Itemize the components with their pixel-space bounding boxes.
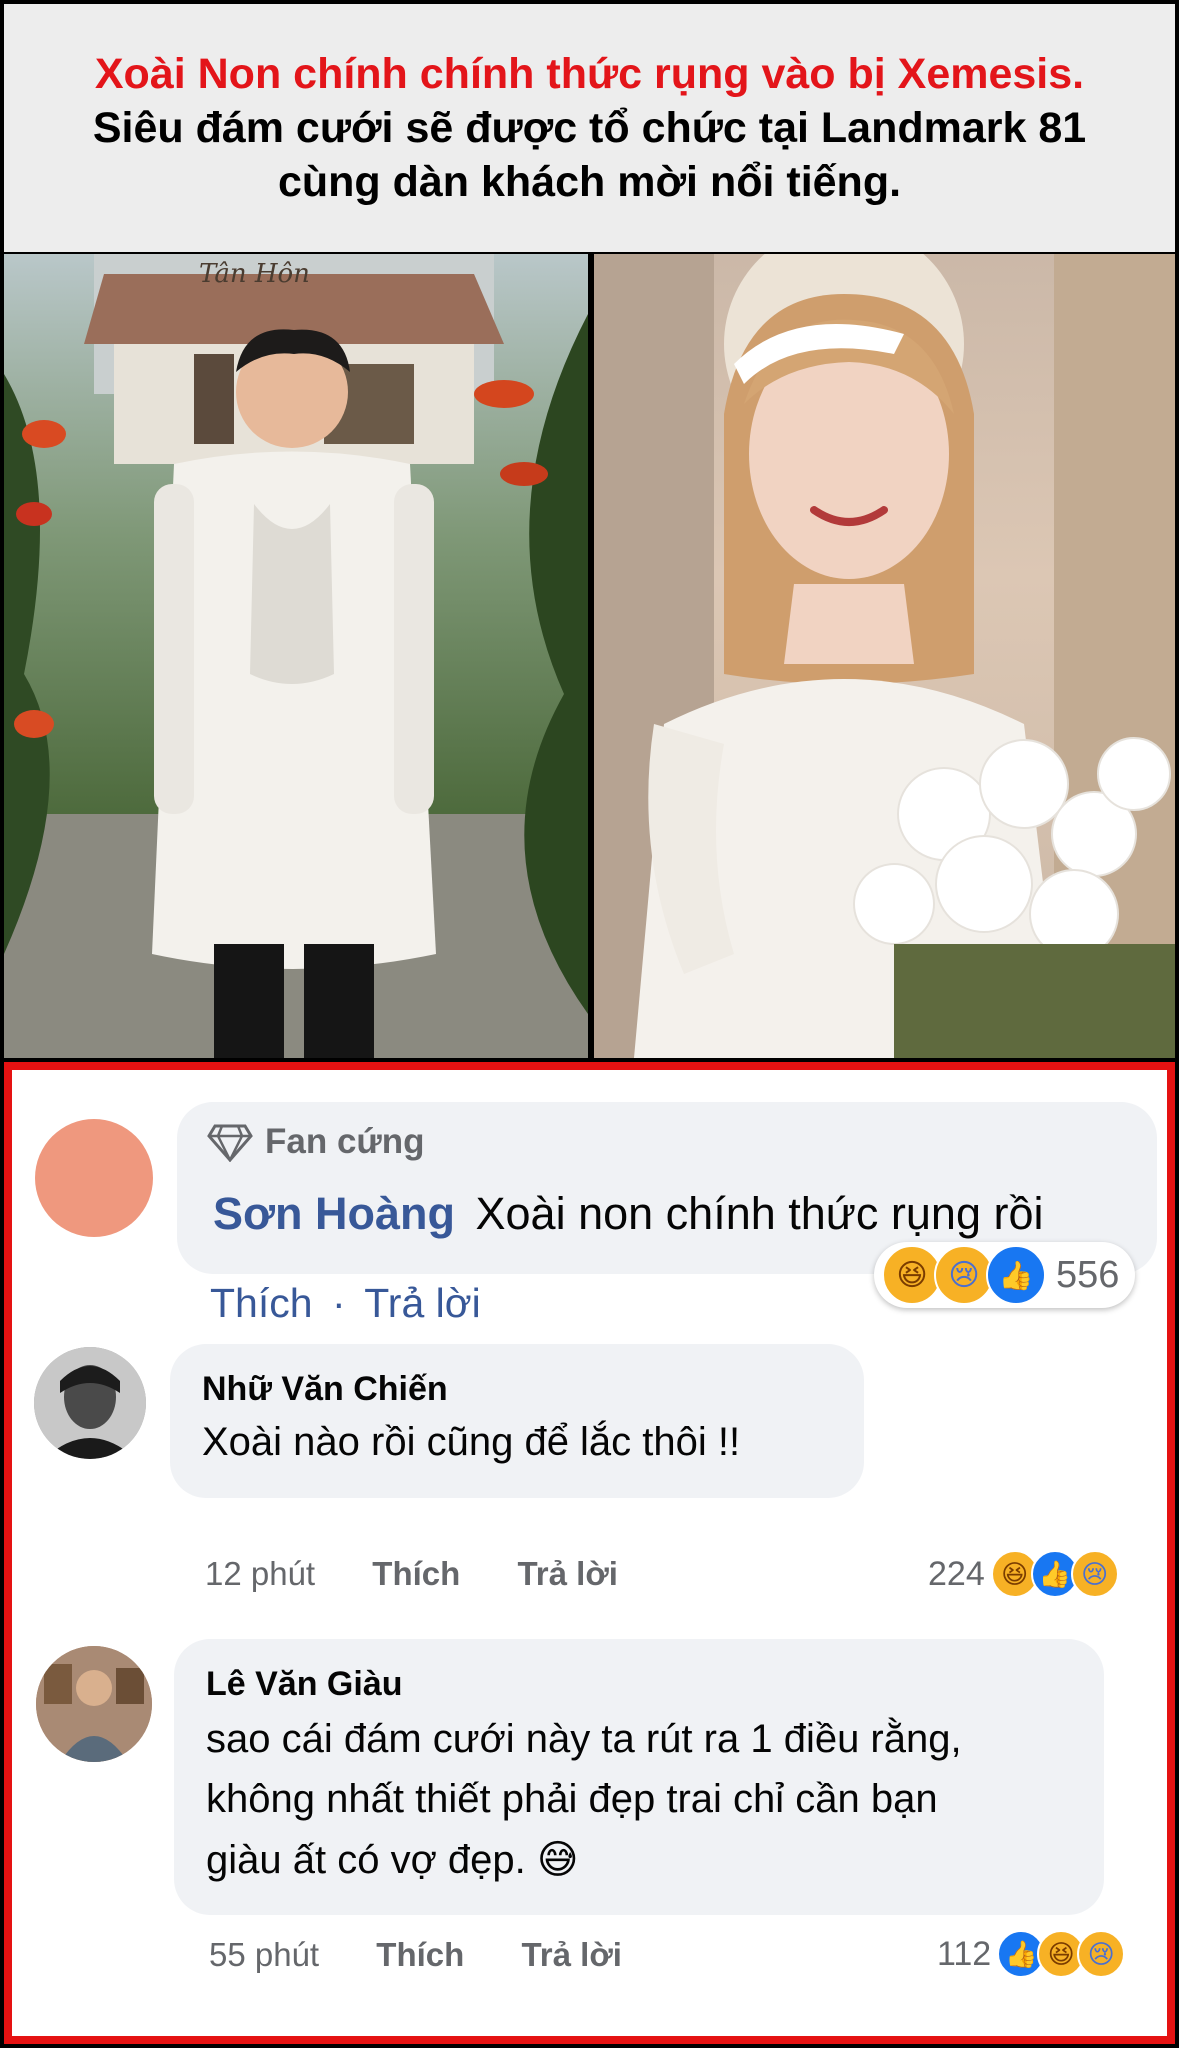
- headline-line-3: cùng dàn khách mời nổi tiếng.: [277, 158, 902, 206]
- photo-collage: Tân Hôn: [4, 254, 1175, 1058]
- comment-text-line-1: sao cái đám cưới này ta rút ra 1 điều rằ…: [206, 1717, 962, 1761]
- person-photo-icon: [36, 1646, 152, 1762]
- reply-link[interactable]: Trả lời: [521, 1936, 622, 1973]
- reply-link[interactable]: Trả lời: [364, 1280, 480, 1326]
- comment-bubble: Lê Văn Giàu sao cái đám cưới này ta rút …: [174, 1639, 1104, 1915]
- reply-link[interactable]: Trả lời: [517, 1555, 618, 1592]
- comment-text: Xoài non chính thức rụng rồi: [475, 1188, 1044, 1239]
- headline-banner: Xoài Non chính chính thức rụng vào bị Xe…: [4, 4, 1175, 252]
- comment-text-line-3: giàu ất có vợ đẹp. 😅: [206, 1838, 579, 1882]
- sad-icon: 😢: [1070, 1550, 1119, 1598]
- comment-text: Xoài nào rồi cũng để lắc thôi !!: [202, 1420, 741, 1464]
- bride-illustration: [594, 254, 1175, 1058]
- comment-actions: Thích · Trả lời: [210, 1280, 481, 1327]
- reaction-summary[interactable]: 224 😆 👍 😢: [928, 1550, 1119, 1598]
- haha-icon: 😆: [882, 1245, 942, 1305]
- fan-badge: Fan cứng: [207, 1122, 425, 1162]
- reaction-count: 112: [937, 1934, 992, 1973]
- like-link[interactable]: Thích: [376, 1936, 464, 1973]
- avatar[interactable]: [36, 1646, 152, 1762]
- reaction-summary[interactable]: 😆 😢 👍 556: [874, 1242, 1136, 1308]
- sign-text: Tân Hôn: [199, 259, 310, 289]
- comment-text-line-2: không nhất thiết phải đẹp trai chỉ cần b…: [206, 1777, 938, 1821]
- comment-time: 55 phút: [209, 1936, 320, 1973]
- reaction-summary[interactable]: 112 👍 😆 😢: [937, 1930, 1126, 1978]
- comment-author[interactable]: Nhữ Văn Chiến: [202, 1370, 448, 1409]
- headline-line-2: Siêu đám cưới sẽ được tổ chức tại Landma…: [92, 104, 1087, 152]
- separator: ·: [331, 1280, 346, 1326]
- diamond-icon: [207, 1124, 253, 1162]
- comment-bubble: Nhữ Văn Chiến Xoài nào rồi cũng để lắc t…: [170, 1344, 864, 1498]
- like-link[interactable]: Thích: [210, 1280, 313, 1326]
- person-silhouette-icon: [34, 1347, 146, 1459]
- comment-time: 12 phút: [205, 1555, 316, 1592]
- like-icon: 👍: [986, 1245, 1046, 1305]
- sad-icon: 😢: [934, 1245, 994, 1305]
- comment-actions: 55 phút Thích Trả lời: [209, 1936, 622, 1974]
- avatar[interactable]: [35, 1119, 153, 1237]
- comment-author[interactable]: Lê Văn Giàu: [206, 1665, 403, 1704]
- comments-panel: Fan cứng Sơn Hoàng Xoài non chính thức r…: [4, 1062, 1175, 2044]
- comment-author[interactable]: Sơn Hoàng: [213, 1188, 455, 1239]
- like-link[interactable]: Thích: [372, 1555, 460, 1592]
- groom-photo: Tân Hôn: [4, 254, 588, 1058]
- comment-actions: 12 phút Thích Trả lời: [205, 1555, 618, 1593]
- badge-label: Fan cứng: [265, 1122, 425, 1161]
- headline-line-1: Xoài Non chính chính thức rụng vào bị Xe…: [94, 50, 1085, 98]
- groom-illustration: Tân Hôn: [4, 254, 588, 1058]
- avatar[interactable]: [34, 1347, 146, 1459]
- reaction-count: 556: [1056, 1253, 1120, 1296]
- sad-icon: 😢: [1077, 1930, 1126, 1978]
- post-image: Xoài Non chính chính thức rụng vào bị Xe…: [0, 0, 1179, 2048]
- reaction-count: 224: [928, 1554, 985, 1593]
- bride-photo: [594, 254, 1175, 1058]
